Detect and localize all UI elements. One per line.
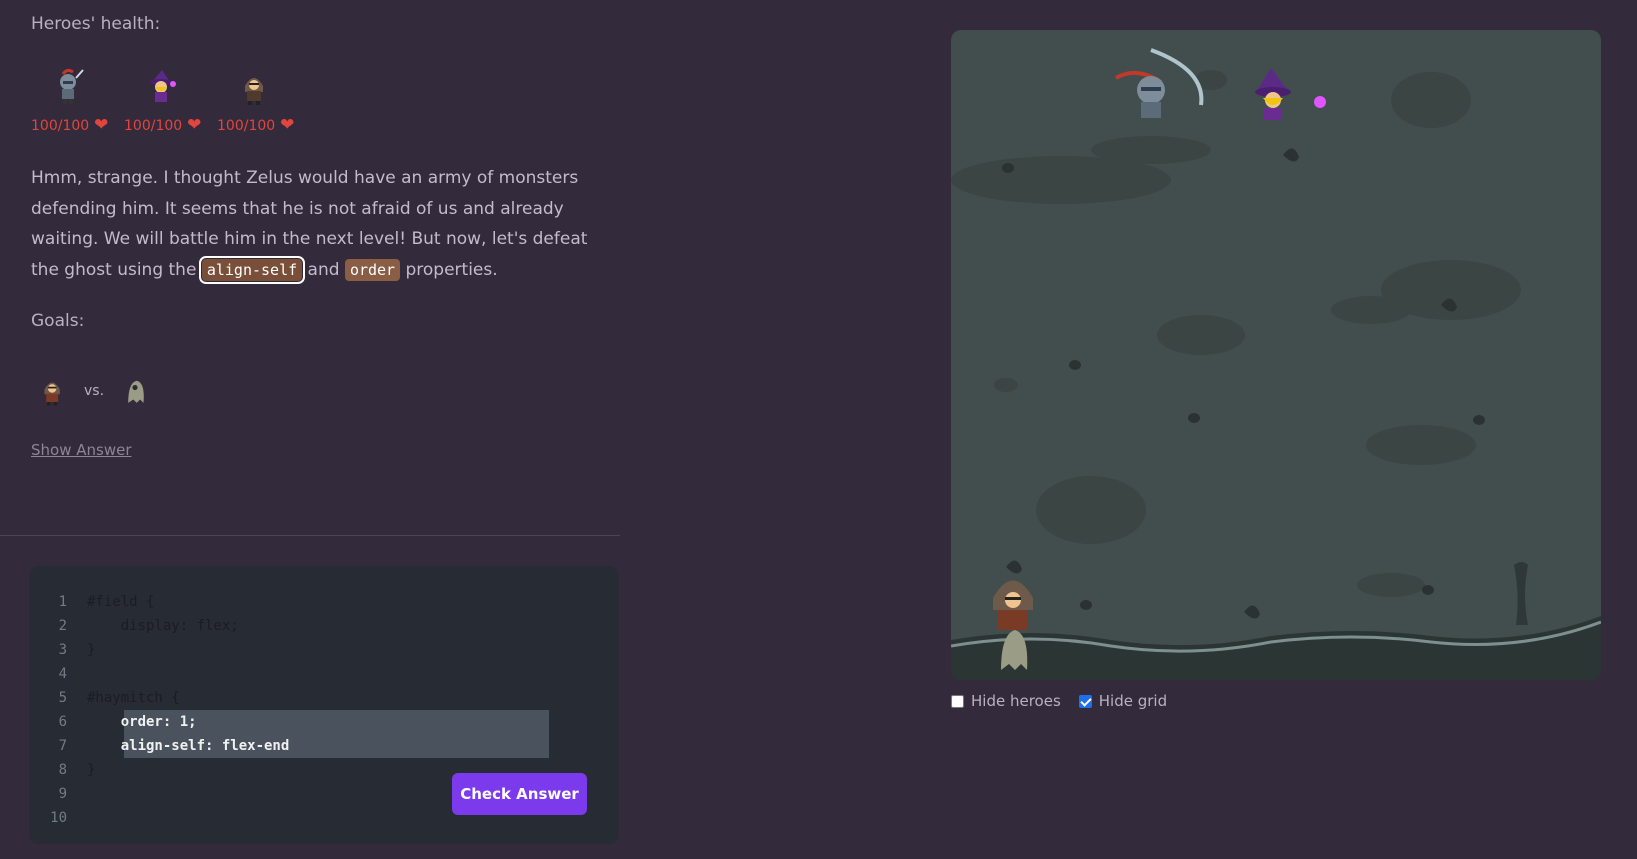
line-number: 1 (58, 594, 67, 610)
hp-wizard: 100/100 ❤ (124, 117, 201, 134)
line-number: 2 (58, 618, 67, 634)
heart-icon: ❤ (187, 115, 202, 135)
health-title: Heroes' health: (31, 14, 161, 34)
code-line[interactable]: 5 #haymitch { (29, 686, 609, 710)
hp-value: 100/100 (31, 117, 90, 134)
code-line[interactable]: 3 } (29, 638, 609, 662)
knight-icon (60, 68, 84, 104)
ground-ridge (951, 616, 1601, 680)
dead-tree (1514, 562, 1528, 625)
code-tag-order[interactable]: order (344, 258, 401, 281)
line-text: #haymitch { (87, 690, 180, 706)
line-text: align-self: flex-end (87, 738, 290, 754)
battle-field (951, 30, 1601, 680)
field-scene (951, 48, 1601, 680)
ground-patches (951, 70, 1521, 597)
hide-grid-checkbox[interactable] (1078, 694, 1092, 708)
rocks (1002, 148, 1485, 619)
view-options: Hide heroes Hide grid (951, 692, 1185, 710)
hp-rogue: 100/100 ❤ (217, 117, 294, 134)
hp-value: 100/100 (217, 117, 276, 134)
hide-heroes-checkbox[interactable] (951, 694, 964, 708)
hide-heroes-label[interactable]: Hide heroes (971, 692, 1061, 710)
code-tag-align-self[interactable]: align-self (198, 255, 306, 284)
line-number: 9 (58, 786, 67, 802)
hero-card-rogue: 100/100 ❤ (217, 68, 310, 138)
goals-title: Goals: (31, 311, 85, 331)
code-line[interactable]: 4 (29, 662, 609, 686)
line-text: order: 1; (87, 714, 197, 730)
code-line[interactable]: 6 order: 1; (29, 710, 609, 734)
hero-card-wizard: 100/100 ❤ (124, 68, 217, 138)
hero-card-knight: 100/100 ❤ (31, 68, 124, 138)
line-number: 6 (58, 714, 67, 730)
line-number: 5 (58, 690, 67, 706)
ghost-icon (128, 380, 144, 403)
code-line[interactable]: 2 display: flex; (29, 614, 609, 638)
code-line[interactable]: 7 align-self: flex-end (29, 734, 609, 758)
line-number: 4 (58, 666, 67, 682)
goals-row: vs. (36, 374, 152, 408)
check-answer-button[interactable]: Check Answer (452, 773, 587, 815)
code-line[interactable]: 1 #field { (29, 590, 609, 614)
heroes-health-list: 100/100 ❤ 100/100 ❤ 100/100 ❤ (31, 68, 310, 138)
rogue-sprite (993, 580, 1033, 630)
story-and: and (307, 259, 340, 280)
line-text: display: flex; (87, 618, 239, 634)
heart-icon: ❤ (94, 115, 109, 135)
rogue-icon (44, 382, 60, 406)
show-answer-link[interactable]: Show Answer (31, 441, 132, 459)
line-number: 8 (58, 762, 67, 778)
line-text: } (87, 762, 96, 778)
line-text: } (87, 642, 96, 658)
wizard-icon (150, 70, 176, 102)
heart-icon: ❤ (280, 115, 295, 135)
hide-grid-option[interactable]: Hide grid (1078, 692, 1167, 710)
vs-label: vs. (84, 383, 105, 399)
hp-value: 100/100 (124, 117, 183, 134)
wizard-sprite (1255, 68, 1326, 120)
story-part-2: properties. (405, 259, 498, 280)
line-text: #field { (87, 594, 155, 610)
line-number: 10 (50, 810, 67, 826)
divider (0, 535, 620, 536)
hide-grid-label[interactable]: Hide grid (1099, 692, 1167, 710)
rogue-icon (245, 78, 263, 105)
line-number: 3 (58, 642, 67, 658)
story-text: Hmm, strange. I thought Zelus would have… (31, 163, 611, 285)
hide-heroes-option[interactable]: Hide heroes (951, 692, 1061, 710)
line-number: 7 (58, 738, 67, 754)
hp-knight: 100/100 ❤ (31, 117, 108, 134)
knight-sprite (1114, 48, 1204, 118)
